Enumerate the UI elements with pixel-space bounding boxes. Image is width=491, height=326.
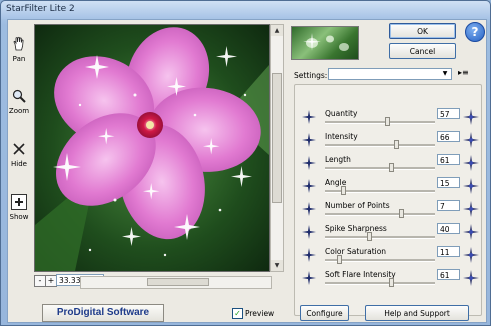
chevron-down-icon: ▼ [442,70,448,77]
param-label: Color Saturation [325,247,387,256]
checkmark-icon: ✓ [232,308,243,319]
param-slider-track[interactable] [325,236,435,239]
app-window: StarFilter Lite 2 Pan Zoom Hide Show ▲ ▼… [0,0,491,326]
star-sharp-icon[interactable] [463,224,479,240]
x-icon [13,143,25,155]
param-slider-thumb[interactable] [341,186,346,195]
soft-flare-large-icon[interactable] [463,270,479,286]
star-tilted-icon[interactable] [463,178,479,194]
star-angle-icon [302,179,316,193]
param-value-field[interactable]: 15 [437,177,460,188]
spike-star-icon [302,225,316,239]
param-value-field[interactable]: 57 [437,108,460,119]
scroll-down-icon[interactable]: ▼ [271,260,283,271]
param-slider-track[interactable] [325,213,435,216]
param-label: Spike Sharpness [325,224,387,233]
preview-horizontal-scrollbar[interactable] [80,276,272,289]
param-row: Spike Sharpness 40 [295,222,481,245]
cancel-button[interactable]: Cancel [389,43,456,59]
param-slider-thumb[interactable] [399,209,404,218]
tool-hide[interactable]: Hide [8,141,30,168]
param-value-field[interactable]: 61 [437,269,460,280]
scroll-thumb[interactable] [272,73,282,203]
settings-menu-icon[interactable]: ▸≡ [458,68,469,77]
param-value-field[interactable]: 66 [437,131,460,142]
param-slider-thumb[interactable] [389,278,394,287]
param-label: Number of Points [325,201,390,210]
param-slider-thumb[interactable] [367,232,372,241]
param-label: Intensity [325,132,358,141]
param-value-field[interactable]: 61 [437,154,460,165]
param-label: Quantity [325,109,358,118]
magnifier-icon [12,89,26,103]
soft-flare-icon [302,271,316,285]
sparkle-small-icon [302,110,316,124]
preview-vertical-scrollbar[interactable]: ▲ ▼ [270,24,284,272]
tool-label: Show [9,213,29,221]
param-row: Intensity 66 [295,130,481,153]
scroll-up-icon[interactable]: ▲ [271,25,283,36]
param-slider-track[interactable] [325,167,435,170]
title-bar[interactable]: StarFilter Lite 2 [1,1,490,19]
param-slider-track[interactable] [325,282,435,285]
ok-button[interactable]: OK [389,23,456,39]
param-row: Length 61 [295,153,481,176]
param-value-field[interactable]: 40 [437,223,460,234]
tool-label: Zoom [8,107,30,115]
param-slider-thumb[interactable] [385,117,390,126]
star-long-icon[interactable] [463,155,479,171]
help-and-support-button[interactable]: Help and Support [365,305,469,321]
tool-show[interactable]: Show [8,194,30,221]
thumbnail-image [303,33,349,51]
dot-star-icon [302,133,316,147]
param-row: Soft Flare Intensity 61 [295,268,481,291]
param-slider-thumb[interactable] [337,255,342,264]
star-cross-large-icon[interactable] [463,132,479,148]
star-cross-icon [302,156,316,170]
settings-label: Settings: [294,71,328,80]
settings-select[interactable]: ▼ [328,68,452,80]
param-label: Soft Flare Intensity [325,270,396,279]
configure-button[interactable]: Configure [300,305,349,321]
x-spike-icon [302,248,316,262]
param-value-field[interactable]: 7 [437,200,460,211]
param-row: Quantity 57 [295,107,481,130]
param-row: Color Saturation 11 [295,245,481,268]
image-preview[interactable] [34,24,270,272]
effect-thumbnail [291,26,359,60]
tool-label: Hide [11,160,27,168]
tool-zoom[interactable]: Zoom [8,88,30,115]
star-many-points-icon[interactable] [463,201,479,217]
window-title: StarFilter Lite 2 [6,4,75,14]
param-slider-thumb[interactable] [394,140,399,149]
prodigital-logo: ProDigital Software [42,304,164,322]
tool-pan[interactable]: Pan [8,36,30,63]
param-label: Length [325,155,351,164]
color-star-icon[interactable] [463,247,479,263]
tool-label: Pan [12,55,26,63]
param-row: Number of Points 7 [295,199,481,222]
dialog-client: Pan Zoom Hide Show ▲ ▼ - + 33.33% ProDig… [7,19,487,323]
dot-flare-icon [302,202,316,216]
preview-checkbox[interactable]: ✓ Preview [232,308,274,319]
plus-box-icon [11,194,27,210]
param-slider-track[interactable] [325,121,435,124]
flower-image [35,25,269,271]
scroll-thumb[interactable] [147,278,209,286]
hand-icon [13,36,24,51]
parameters-panel: Quantity 57 Intensity 66 Length 61 Angle 15 Numb… [294,84,482,316]
param-row: Angle 15 [295,176,481,199]
param-value-field[interactable]: 11 [437,246,460,257]
sparkles-cluster-icon[interactable] [463,109,479,125]
param-slider-thumb[interactable] [389,163,394,172]
preview-label: Preview [245,309,275,318]
help-icon[interactable]: ? [465,22,485,42]
param-slider-track[interactable] [325,144,435,147]
